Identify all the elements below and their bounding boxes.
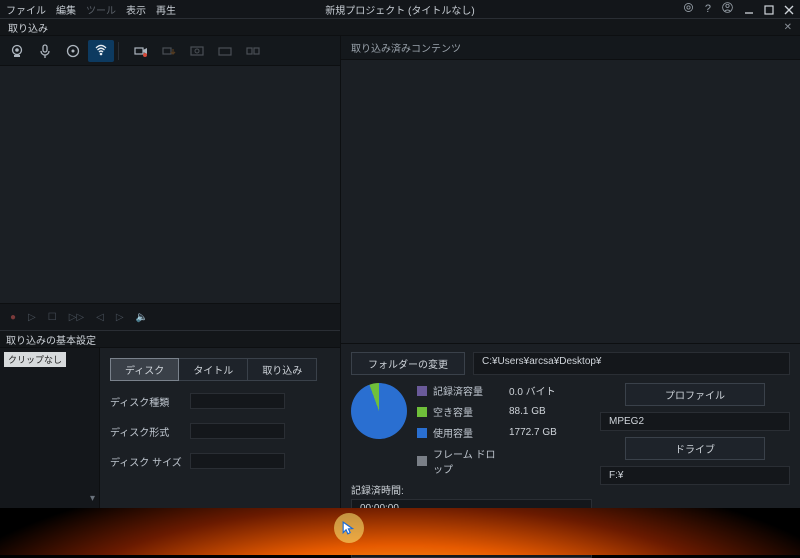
menu-view[interactable]: 表示 — [126, 2, 146, 17]
import-icon — [156, 40, 182, 62]
disc-type-label: ディスク種類 — [110, 394, 190, 409]
panel-close-icon[interactable]: ✕ — [784, 22, 792, 33]
preview-area — [0, 66, 340, 304]
capture-source-toolbar — [0, 36, 340, 66]
profile-value[interactable]: MPEG2 — [600, 412, 790, 431]
photo-icon — [184, 40, 210, 62]
menu-play[interactable]: 再生 — [156, 2, 176, 17]
record-icon[interactable]: ● — [10, 312, 16, 323]
play-icon[interactable]: ▷ — [28, 312, 36, 323]
help-icon[interactable]: ? — [705, 3, 711, 15]
mic-icon[interactable] — [32, 40, 58, 62]
maximize-icon[interactable] — [764, 4, 774, 14]
fast-forward-icon[interactable]: ▷▷ — [69, 312, 84, 323]
tab-title[interactable]: タイトル — [179, 358, 248, 381]
folder-path[interactable]: C:¥Users¥arcsa¥Desktop¥ — [473, 352, 790, 375]
prev-frame-icon[interactable]: ◁ — [96, 312, 104, 323]
disc-size-value[interactable] — [190, 453, 285, 469]
tab-capture[interactable]: 取り込み — [248, 358, 317, 381]
user-icon[interactable] — [721, 1, 734, 17]
drive-value[interactable]: F:¥ — [600, 466, 790, 485]
minimize-icon[interactable] — [744, 4, 754, 14]
stream-icon[interactable] — [88, 40, 114, 62]
disc-type-value[interactable] — [190, 393, 285, 409]
disc-format-value[interactable] — [190, 423, 285, 439]
capture-tab-label: 取り込み — [8, 20, 48, 35]
clip-none-badge: クリップなし — [4, 352, 66, 367]
recorded-time-label: 記録済時間: — [351, 482, 592, 497]
camera-rec-icon[interactable] — [128, 40, 154, 62]
project-title: 新規プロジェクト (タイトルなし) — [325, 2, 474, 17]
scroll-end-icon: ▾ — [90, 493, 95, 504]
volume-icon[interactable]: 🔈 — [136, 312, 148, 323]
gallery-icon — [240, 40, 266, 62]
legend-swatch-free — [417, 407, 427, 417]
menu-tool: ツール — [86, 2, 116, 17]
webcam-icon[interactable] — [4, 40, 30, 62]
tab-disc[interactable]: ディスク — [110, 358, 179, 381]
stop-icon[interactable]: ☐ — [48, 312, 57, 323]
desktop-background — [0, 508, 800, 555]
legend-swatch-used — [417, 428, 427, 438]
disc-icon[interactable] — [60, 40, 86, 62]
imported-header: 取り込み済みコンテンツ — [341, 36, 800, 60]
close-icon[interactable] — [784, 4, 794, 14]
disc-size-label: ディスク サイズ — [110, 454, 190, 469]
title-bar: ファイル 編集 ツール 表示 再生 新規プロジェクト (タイトルなし) ? — [0, 0, 800, 18]
disc-format-label: ディスク形式 — [110, 424, 190, 439]
legend-swatch-recorded — [417, 386, 427, 396]
next-frame-icon[interactable]: ▷ — [116, 312, 124, 323]
transport-bar: ● ▷ ☐ ▷▷ ◁ ▷ 🔈 — [0, 304, 340, 330]
clip-list: クリップなし ▾ — [0, 348, 100, 508]
folder-icon — [212, 40, 238, 62]
menu-file[interactable]: ファイル — [6, 2, 46, 17]
settings-header: 取り込みの基本設定 — [0, 330, 340, 348]
storage-pie-chart — [351, 383, 407, 439]
menu-edit[interactable]: 編集 — [56, 2, 76, 17]
drive-button[interactable]: ドライブ — [625, 437, 765, 460]
profile-button[interactable]: プロファイル — [625, 383, 765, 406]
menu-bar: ファイル 編集 ツール 表示 再生 — [6, 2, 176, 17]
cursor-highlight — [334, 513, 364, 543]
storage-legend: 記録済容量0.0 バイト 空き容量88.1 GB 使用容量1772.7 GB フ… — [417, 383, 557, 476]
imported-content-area — [341, 60, 800, 344]
legend-swatch-frame — [417, 456, 427, 466]
settings-icon[interactable] — [682, 1, 695, 17]
change-folder-button[interactable]: フォルダーの変更 — [351, 352, 465, 375]
